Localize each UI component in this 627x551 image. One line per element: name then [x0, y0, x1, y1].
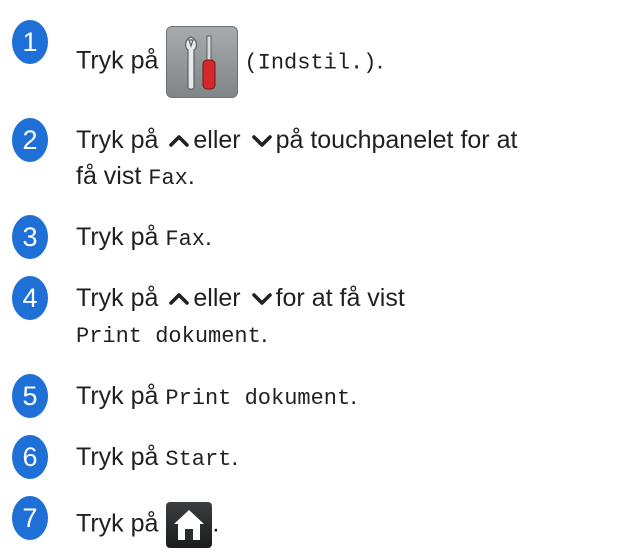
step-number-badge: 5 — [12, 374, 48, 418]
menu-item-indstil: (Indstil.) — [244, 50, 377, 76]
menu-item-fax: Fax — [165, 227, 205, 252]
step-number-badge: 7 — [12, 496, 48, 540]
chevron-down-icon — [251, 135, 272, 148]
step-number-badge: 2 — [12, 118, 48, 162]
chevron-up-icon — [169, 135, 190, 148]
home-icon — [166, 502, 213, 548]
step-number-badge: 3 — [12, 215, 48, 259]
menu-item-print-dokument: Print dokument — [76, 324, 261, 349]
step-number-badge: 1 — [12, 20, 48, 64]
menu-item-print-dokument: Print dokument — [165, 386, 351, 411]
chevron-down-icon — [251, 293, 272, 306]
step-text: Tryk på — [76, 46, 159, 75]
menu-item-fax: Fax — [148, 166, 188, 191]
step-number-badge: 4 — [12, 276, 48, 320]
step-number-badge: 6 — [12, 435, 48, 479]
menu-item-start: Start — [165, 447, 232, 472]
chevron-up-icon — [169, 293, 190, 306]
settings-wrench-screwdriver-icon — [166, 26, 239, 98]
